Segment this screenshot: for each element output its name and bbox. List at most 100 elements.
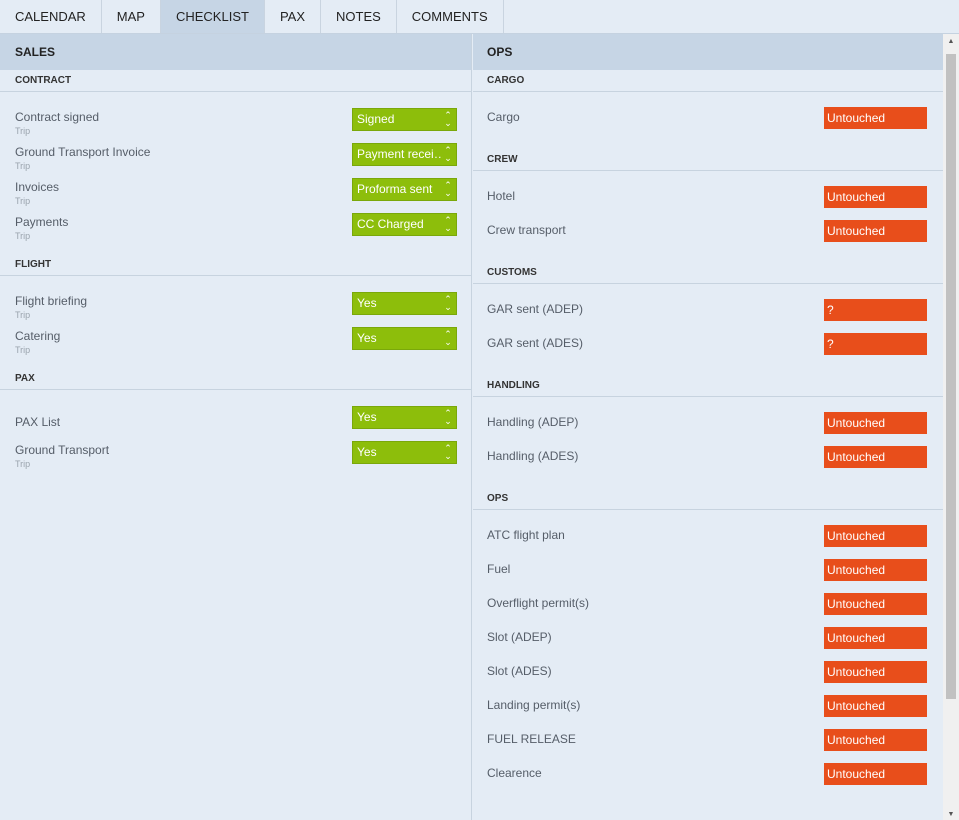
tab-comments[interactable]: COMMENTS xyxy=(397,0,504,33)
checklist-label: Handling (ADEP) xyxy=(487,415,579,429)
chevron-up-down-icon: ⌃ ⌄ xyxy=(443,329,453,347)
status-badge[interactable]: Untouched xyxy=(824,695,927,717)
tab-map[interactable]: MAP xyxy=(102,0,161,33)
arrow-up-icon[interactable]: ▲ xyxy=(946,38,956,45)
status-badge[interactable]: ? xyxy=(824,333,927,355)
checklist-label: Invoices xyxy=(15,180,60,194)
checklist-row: Contract signed Trip Signed ⌃ ⌄ xyxy=(0,108,471,143)
checklist-label: Flight briefing xyxy=(15,294,88,308)
status-badge[interactable]: Untouched xyxy=(824,729,927,751)
status-badge[interactable]: Untouched xyxy=(824,186,927,208)
checklist-label: Ground Transport xyxy=(15,443,110,457)
section-title-handling: HANDLING xyxy=(473,375,943,397)
checklist-label: Clearence xyxy=(487,766,542,780)
checklist-row: Slot (ADES) Untouched xyxy=(473,655,943,689)
tab-pax[interactable]: PAX xyxy=(265,0,321,33)
chevron-up-down-icon: ⌃ ⌄ xyxy=(443,215,453,233)
section-title-crew: CREW xyxy=(473,149,943,171)
tab-checklist[interactable]: CHECKLIST xyxy=(160,0,265,33)
checklist-sublabel: Trip xyxy=(15,459,31,469)
status-badge[interactable]: Untouched xyxy=(824,525,927,547)
section-title-flight: FLIGHT xyxy=(0,254,471,276)
checklist-row: Hotel Untouched xyxy=(473,180,943,214)
checklist-row: Invoices Trip Proforma sent ⌃ ⌄ xyxy=(0,178,471,213)
checklist-sublabel: Trip xyxy=(15,310,31,320)
checklist-row: Ground Transport Invoice Trip Payment rece… xyxy=(0,143,471,178)
status-badge[interactable]: Untouched xyxy=(824,593,927,615)
checklist-label: Handling (ADES) xyxy=(487,449,579,463)
status-select-value: Signed xyxy=(357,112,395,126)
checklist-label: Contract signed xyxy=(15,110,100,124)
checklist-label: ATC flight plan xyxy=(487,528,565,542)
status-badge[interactable]: Untouched xyxy=(824,220,927,242)
checklist-sublabel: Trip xyxy=(15,161,31,171)
checklist-label: Payments xyxy=(15,215,69,229)
chevron-up-down-icon: ⌃ ⌄ xyxy=(443,294,453,312)
tab-bar: CALENDAR MAP CHECKLIST PAX NOTES COMMENT… xyxy=(0,0,959,34)
checklist-row: Overflight permit(s) Untouched xyxy=(473,587,943,621)
checklist-row: Handling (ADEP) Untouched xyxy=(473,406,943,440)
section-title-contract: CONTRACT xyxy=(0,70,471,92)
checklist-sublabel: Trip xyxy=(15,126,31,136)
status-select[interactable]: CC Charged ⌃ ⌄ xyxy=(352,213,457,236)
status-badge[interactable]: Untouched xyxy=(824,412,927,434)
status-select[interactable]: Proforma sent ⌃ ⌄ xyxy=(352,178,457,201)
checklist-row: Slot (ADEP) Untouched xyxy=(473,621,943,655)
status-select[interactable]: Yes ⌃ ⌄ xyxy=(352,327,457,350)
checklist-row: Fuel Untouched xyxy=(473,553,943,587)
status-select-value: Payment recei… xyxy=(357,147,446,161)
checklist-label: Cargo xyxy=(487,110,520,124)
status-select-value: Yes xyxy=(357,331,377,345)
checklist-row: Crew transport Untouched xyxy=(473,214,943,248)
status-select-value: CC Charged xyxy=(357,217,424,231)
checklist-label: Overflight permit(s) xyxy=(487,596,590,610)
chevron-up-down-icon: ⌃ ⌄ xyxy=(443,443,453,461)
checklist-row: Cargo Untouched xyxy=(473,101,943,135)
status-select[interactable]: Payment recei… ⌃ ⌄ xyxy=(352,143,457,166)
section-title-pax: PAX xyxy=(0,368,471,390)
chevron-up-down-icon: ⌃ ⌄ xyxy=(443,145,453,163)
checklist-label: GAR sent (ADES) xyxy=(487,336,584,350)
checklist-label: PAX List xyxy=(15,415,61,429)
chevron-up-down-icon: ⌃ ⌄ xyxy=(443,408,453,426)
tab-calendar[interactable]: CALENDAR xyxy=(0,0,102,33)
status-badge[interactable]: Untouched xyxy=(824,446,927,468)
status-select[interactable]: Yes ⌃ ⌄ xyxy=(352,441,457,464)
checklist-row: Ground Transport Trip Yes ⌃ ⌄ xyxy=(0,441,471,476)
checklist-label: FUEL RELEASE xyxy=(487,732,576,746)
checklist-sublabel: Trip xyxy=(15,231,31,241)
status-select-value: Yes xyxy=(357,296,377,310)
checklist-row: Payments Trip CC Charged ⌃ ⌄ xyxy=(0,213,471,248)
chevron-up-down-icon: ⌃ ⌄ xyxy=(443,110,453,128)
scroll-thumb[interactable] xyxy=(946,54,956,699)
tab-notes[interactable]: NOTES xyxy=(321,0,397,33)
checklist-row: Catering Trip Yes ⌃ ⌄ xyxy=(0,327,471,362)
checklist-row: PAX List Yes ⌃ ⌄ xyxy=(0,406,471,441)
status-badge[interactable]: Untouched xyxy=(824,627,927,649)
checklist-label: Slot (ADES) xyxy=(487,664,552,678)
checklist-row: GAR sent (ADEP)? xyxy=(473,293,943,327)
checklist-row: Handling (ADES) Untouched xyxy=(473,440,943,474)
vertical-scrollbar[interactable]: ▲ ▼ xyxy=(943,34,959,820)
checklist-row: GAR sent (ADES)? xyxy=(473,327,943,361)
arrow-down-icon[interactable]: ▼ xyxy=(946,811,956,818)
status-select[interactable]: Yes ⌃ ⌄ xyxy=(352,292,457,315)
status-badge[interactable]: Untouched xyxy=(824,763,927,785)
checklist-label: Fuel xyxy=(487,562,511,576)
checklist-label: Catering xyxy=(15,329,61,343)
chevron-up-down-icon: ⌃ ⌄ xyxy=(443,180,453,198)
checklist-sublabel: Trip xyxy=(15,345,31,355)
sales-panel: SALES CONTRACT Contract signed Trip Signed ⌃… xyxy=(0,34,472,820)
status-badge[interactable]: Untouched xyxy=(824,107,927,129)
sales-sections: CONTRACT Contract signed Trip Signed ⌃ ⌄ Groun… xyxy=(0,70,471,478)
checklist-label: Slot (ADEP) xyxy=(487,630,552,644)
status-select[interactable]: Signed ⌃ ⌄ xyxy=(352,108,457,131)
checklist-sublabel: Trip xyxy=(15,196,31,206)
status-select-value: Yes xyxy=(357,410,377,424)
status-badge[interactable]: Untouched xyxy=(824,661,927,683)
status-badge[interactable]: Untouched xyxy=(824,559,927,581)
status-badge[interactable]: ? xyxy=(824,299,927,321)
section-title-customs: CUSTOMS xyxy=(473,262,943,284)
sales-header: SALES xyxy=(0,34,471,70)
status-select[interactable]: Yes ⌃ ⌄ xyxy=(352,406,457,429)
